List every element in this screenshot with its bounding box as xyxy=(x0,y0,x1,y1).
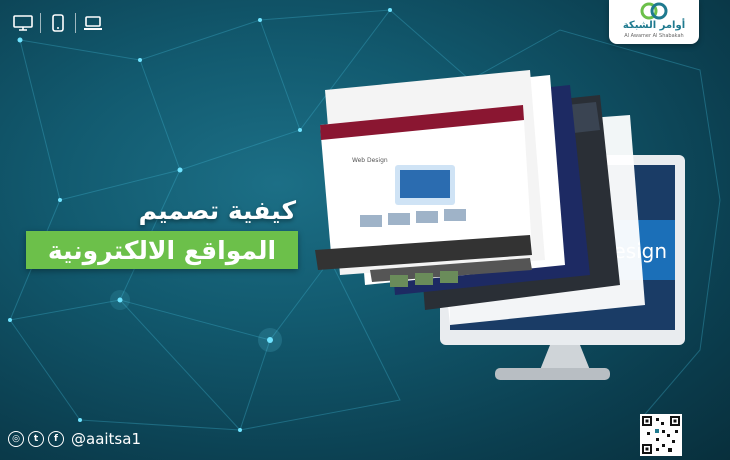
page-title: كيفية تصميم xyxy=(138,196,296,225)
website-mockup-illustration: Design Web Design xyxy=(315,70,685,380)
divider xyxy=(40,13,41,33)
page-subtitle-banner: المواقع الالكترونية xyxy=(26,231,298,269)
laptop-icon xyxy=(82,12,104,34)
facebook-icon[interactable]: f xyxy=(48,431,64,447)
banner: أوامر الشبكة Al Awamer Al Shabakah كيفية… xyxy=(0,0,730,460)
social-handle[interactable]: @aaitsa1 xyxy=(71,430,141,448)
logo-mark-icon xyxy=(640,2,668,20)
social-links: ◎ t f @aaitsa1 xyxy=(8,430,141,448)
mobile-icon xyxy=(47,12,69,34)
inner-heading-text: Web Design xyxy=(352,157,388,164)
divider xyxy=(75,13,76,33)
brand-logo: أوامر الشبكة Al Awamer Al Shabakah xyxy=(609,0,699,44)
twitter-icon[interactable]: t xyxy=(28,431,44,447)
brand-tagline: Al Awamer Al Shabakah xyxy=(624,33,684,39)
instagram-icon[interactable]: ◎ xyxy=(8,431,24,447)
qr-code xyxy=(640,414,682,456)
qr-code-icon xyxy=(642,416,680,454)
brand-name: أوامر الشبكة xyxy=(622,20,686,31)
stacked-pages: Web Design xyxy=(315,70,645,325)
computer-icon xyxy=(12,12,34,34)
device-icons xyxy=(12,12,104,34)
